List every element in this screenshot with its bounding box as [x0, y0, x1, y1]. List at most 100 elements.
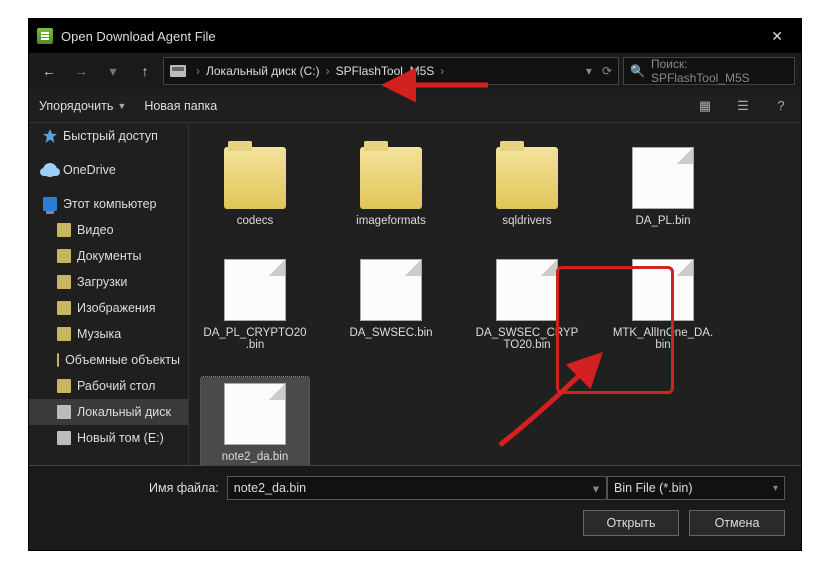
nav-forward-button[interactable]: →: [67, 57, 95, 85]
sidebar-item[interactable]: Изображения: [29, 295, 188, 321]
sidebar-item[interactable]: Видео: [29, 217, 188, 243]
sidebar-item-label: Этот компьютер: [63, 197, 156, 211]
filename-label: Имя файла:: [149, 481, 219, 495]
main-area: Быстрый доступ OneDrive Этот компьютер Виде…: [29, 123, 801, 465]
folder-item[interactable]: codecs: [201, 141, 309, 233]
file-item[interactable]: DA_SWSEC_CRYPTO20.bin: [473, 253, 581, 357]
close-button[interactable]: ✕: [761, 24, 793, 49]
folder-item[interactable]: imageformats: [337, 141, 445, 233]
nav-recent-button[interactable]: ▾: [99, 57, 127, 85]
sidebar-item-icon: [57, 301, 71, 315]
file-item[interactable]: DA_PL_CRYPTO20.bin: [201, 253, 309, 357]
sidebar-item-label: Музыка: [77, 327, 121, 341]
file-name-label: MTK_AllInOne_DA.bin: [611, 327, 715, 351]
file-name-label: DA_SWSEC_CRYPTO20.bin: [475, 327, 579, 351]
chevron-down-icon: ▾: [773, 483, 778, 494]
sidebar-item-label: OneDrive: [63, 163, 116, 177]
file-name-label: DA_PL_CRYPTO20.bin: [203, 327, 307, 351]
file-name-label: note2_da.bin: [222, 451, 289, 463]
cancel-button[interactable]: Отмена: [689, 510, 785, 536]
file-item[interactable]: note2_da.bin: [201, 377, 309, 465]
cancel-label: Отмена: [715, 516, 760, 530]
sidebar-item-label: Рабочий стол: [77, 379, 155, 393]
chevron-right-icon: ›: [436, 64, 448, 78]
file-name-label: DA_PL.bin: [636, 215, 691, 227]
breadcrumb[interactable]: › Локальный диск (C:) › SPFlashTool_M5S …: [163, 57, 619, 85]
file-item[interactable]: DA_PL.bin: [609, 141, 717, 233]
window-title: Open Download Agent File: [61, 29, 216, 44]
sidebar-item-icon: [43, 197, 57, 211]
sidebar-item[interactable]: Этот компьютер: [29, 191, 188, 217]
sidebar-item-icon: [57, 327, 71, 341]
search-icon: 🔍: [630, 64, 645, 78]
open-label: Открыть: [606, 516, 655, 530]
view-large-icon[interactable]: ▦: [695, 96, 715, 116]
open-button[interactable]: Открыть: [583, 510, 679, 536]
filetype-select[interactable]: Bin File (*.bin) ▾: [607, 476, 785, 500]
breadcrumb-folder[interactable]: SPFlashTool_M5S: [336, 64, 435, 78]
sidebar-item-icon: [57, 249, 71, 263]
sidebar-item[interactable]: Новый том (E:): [29, 425, 188, 451]
sidebar-item[interactable]: Документы: [29, 243, 188, 269]
folder-icon: [360, 147, 422, 209]
filename-dropdown-icon[interactable]: ▾: [593, 481, 599, 496]
refresh-icon[interactable]: ⟳: [602, 64, 612, 78]
file-icon: [632, 147, 694, 209]
sidebar-item-icon: [57, 275, 71, 289]
sidebar-item-icon: [57, 379, 71, 393]
sidebar-item[interactable]: Рабочий стол: [29, 373, 188, 399]
sidebar-item-label: Загрузки: [77, 275, 127, 289]
file-item[interactable]: MTK_AllInOne_DA.bin: [609, 253, 717, 357]
sidebar-item-label: Документы: [77, 249, 141, 263]
sidebar-item[interactable]: Локальный диск: [29, 399, 188, 425]
folder-icon: [224, 147, 286, 209]
app-icon: [37, 28, 53, 44]
sidebar-item[interactable]: Музыка: [29, 321, 188, 347]
sidebar-item-icon: [43, 129, 57, 143]
search-placeholder: Поиск: SPFlashTool_M5S: [651, 57, 788, 85]
file-name-label: imageformats: [356, 215, 426, 227]
file-open-dialog: Open Download Agent File ✕ ← → ▾ ↑ › Лок…: [28, 18, 802, 551]
titlebar: Open Download Agent File ✕: [29, 19, 801, 53]
help-icon[interactable]: ?: [771, 96, 791, 116]
breadcrumb-dropdown-icon[interactable]: ▾: [586, 64, 592, 78]
bottom-bar: Имя файла: ▾ Bin File (*.bin) ▾ Открыть …: [29, 465, 801, 550]
search-input[interactable]: 🔍 Поиск: SPFlashTool_M5S: [623, 57, 795, 85]
sidebar-item-icon: [43, 163, 57, 177]
sidebar-item[interactable]: Объемные объекты: [29, 347, 188, 373]
sidebar-item-label: Быстрый доступ: [63, 129, 158, 143]
new-folder-label: Новая папка: [144, 99, 217, 113]
sidebar-item-label: Локальный диск: [77, 405, 171, 419]
filename-input[interactable]: [227, 476, 607, 500]
sidebar-item-label: Видео: [77, 223, 114, 237]
view-details-icon[interactable]: ☰: [733, 96, 753, 116]
file-icon: [360, 259, 422, 321]
organize-button[interactable]: Упорядочить ▼: [39, 99, 126, 113]
sidebar-item-label: Новый том (E:): [77, 431, 164, 445]
toolbar: Упорядочить ▼ Новая папка ▦ ☰ ?: [29, 89, 801, 123]
sidebar-item[interactable]: Быстрый доступ: [29, 123, 188, 149]
breadcrumb-drive[interactable]: Локальный диск (C:): [206, 64, 320, 78]
sidebar-item[interactable]: OneDrive: [29, 157, 188, 183]
navigation-row: ← → ▾ ↑ › Локальный диск (C:) › SPFlashT…: [29, 53, 801, 89]
new-folder-button[interactable]: Новая папка: [144, 99, 217, 113]
chevron-right-icon: ›: [322, 64, 334, 78]
chevron-right-icon: ›: [192, 64, 204, 78]
file-icon: [632, 259, 694, 321]
sidebar-item-icon: [57, 223, 71, 237]
file-name-label: codecs: [237, 215, 273, 227]
folder-item[interactable]: sqldrivers: [473, 141, 581, 233]
chevron-down-icon: ▼: [117, 101, 126, 111]
sidebar-item-icon: [57, 353, 59, 367]
drive-icon: [170, 65, 186, 77]
file-name-label: DA_SWSEC.bin: [349, 327, 432, 339]
nav-up-button[interactable]: ↑: [131, 57, 159, 85]
folder-icon: [496, 147, 558, 209]
file-item[interactable]: DA_SWSEC.bin: [337, 253, 445, 357]
sidebar-item-label: Объемные объекты: [65, 353, 180, 367]
file-pane[interactable]: codecs imageformats sqldrivers DA_PL.bin DA_…: [189, 123, 801, 465]
sidebar-item[interactable]: Загрузки: [29, 269, 188, 295]
nav-back-button[interactable]: ←: [35, 57, 63, 85]
file-name-label: sqldrivers: [502, 215, 551, 227]
filetype-label: Bin File (*.bin): [614, 481, 693, 495]
